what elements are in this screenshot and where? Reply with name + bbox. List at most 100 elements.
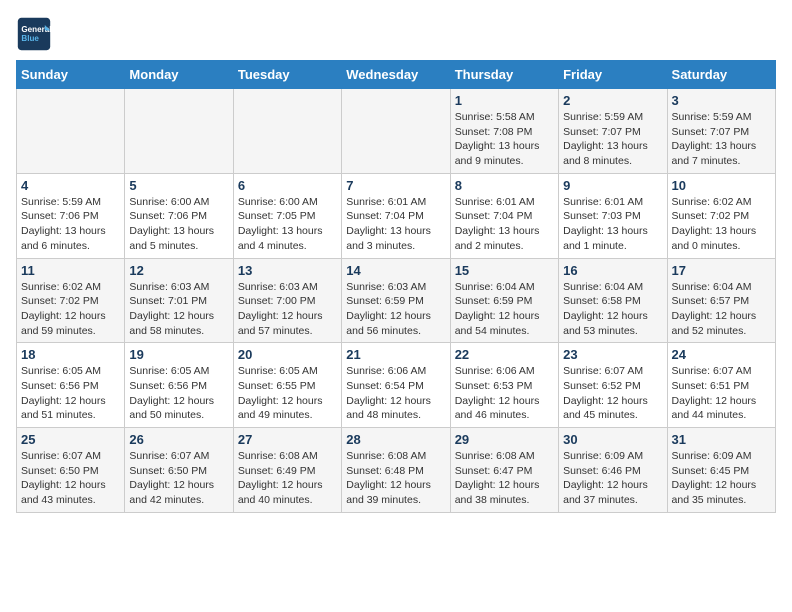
calendar-cell: 4 Sunrise: 5:59 AM Sunset: 7:06 PM Daylig… <box>17 173 125 258</box>
calendar-cell: 26 Sunrise: 6:07 AM Sunset: 6:50 PM Dayli… <box>125 428 233 513</box>
day-number: 8 <box>455 178 554 193</box>
day-number: 5 <box>129 178 228 193</box>
day-header-sunday: Sunday <box>17 61 125 89</box>
day-header-monday: Monday <box>125 61 233 89</box>
day-detail: Sunrise: 6:03 AM Sunset: 7:00 PM Dayligh… <box>238 280 337 339</box>
calendar-cell: 16 Sunrise: 6:04 AM Sunset: 6:58 PM Dayli… <box>559 258 667 343</box>
calendar-cell: 22 Sunrise: 6:06 AM Sunset: 6:53 PM Dayli… <box>450 343 558 428</box>
day-detail: Sunrise: 6:04 AM Sunset: 6:57 PM Dayligh… <box>672 280 771 339</box>
day-detail: Sunrise: 6:08 AM Sunset: 6:47 PM Dayligh… <box>455 449 554 508</box>
calendar-cell: 20Sunrise: 6:05 AM Sunset: 6:55 PM Dayli… <box>233 343 341 428</box>
day-number: 28 <box>346 432 445 447</box>
calendar-cell: 18 Sunrise: 6:05 AM Sunset: 6:56 PM Dayli… <box>17 343 125 428</box>
day-detail: Sunrise: 6:03 AM Sunset: 7:01 PM Dayligh… <box>129 280 228 339</box>
calendar-cell: 29Sunrise: 6:08 AM Sunset: 6:47 PM Dayli… <box>450 428 558 513</box>
day-detail: Sunrise: 6:00 AM Sunset: 7:05 PM Dayligh… <box>238 195 337 254</box>
week-row-2: 4 Sunrise: 5:59 AM Sunset: 7:06 PM Daylig… <box>17 173 776 258</box>
day-detail: Sunrise: 6:08 AM Sunset: 6:49 PM Dayligh… <box>238 449 337 508</box>
week-row-3: 11 Sunrise: 6:02 AM Sunset: 7:02 PM Dayli… <box>17 258 776 343</box>
calendar-cell <box>125 89 233 174</box>
day-number: 22 <box>455 347 554 362</box>
week-row-1: 1 Sunrise: 5:58 AM Sunset: 7:08 PM Daylig… <box>17 89 776 174</box>
day-detail: Sunrise: 6:04 AM Sunset: 6:59 PM Dayligh… <box>455 280 554 339</box>
day-number: 1 <box>455 93 554 108</box>
calendar-cell: 9 Sunrise: 6:01 AM Sunset: 7:03 PM Daylig… <box>559 173 667 258</box>
day-number: 11 <box>21 263 120 278</box>
day-header-tuesday: Tuesday <box>233 61 341 89</box>
day-detail: Sunrise: 5:58 AM Sunset: 7:08 PM Dayligh… <box>455 110 554 169</box>
calendar-cell: 27Sunrise: 6:08 AM Sunset: 6:49 PM Dayli… <box>233 428 341 513</box>
calendar-cell: 10 Sunrise: 6:02 AM Sunset: 7:02 PM Dayli… <box>667 173 775 258</box>
day-header-thursday: Thursday <box>450 61 558 89</box>
day-number: 3 <box>672 93 771 108</box>
calendar-cell: 14Sunrise: 6:03 AM Sunset: 6:59 PM Dayli… <box>342 258 450 343</box>
day-number: 25 <box>21 432 120 447</box>
day-header-friday: Friday <box>559 61 667 89</box>
day-detail: Sunrise: 6:01 AM Sunset: 7:04 PM Dayligh… <box>346 195 445 254</box>
day-detail: Sunrise: 6:06 AM Sunset: 6:53 PM Dayligh… <box>455 364 554 423</box>
calendar-cell: 3 Sunrise: 5:59 AM Sunset: 7:07 PM Daylig… <box>667 89 775 174</box>
day-number: 6 <box>238 178 337 193</box>
calendar-cell: 12 Sunrise: 6:03 AM Sunset: 7:01 PM Dayli… <box>125 258 233 343</box>
calendar-cell: 30 Sunrise: 6:09 AM Sunset: 6:46 PM Dayli… <box>559 428 667 513</box>
calendar-cell: 25Sunrise: 6:07 AM Sunset: 6:50 PM Dayli… <box>17 428 125 513</box>
day-number: 14 <box>346 263 445 278</box>
day-number: 9 <box>563 178 662 193</box>
day-detail: Sunrise: 5:59 AM Sunset: 7:07 PM Dayligh… <box>563 110 662 169</box>
day-detail: Sunrise: 6:04 AM Sunset: 6:58 PM Dayligh… <box>563 280 662 339</box>
day-number: 10 <box>672 178 771 193</box>
logo-icon: General Blue <box>16 16 52 52</box>
calendar-cell: 7Sunrise: 6:01 AM Sunset: 7:04 PM Daylig… <box>342 173 450 258</box>
day-detail: Sunrise: 6:09 AM Sunset: 6:46 PM Dayligh… <box>563 449 662 508</box>
days-header-row: SundayMondayTuesdayWednesdayThursdayFrid… <box>17 61 776 89</box>
logo: General Blue <box>16 16 52 52</box>
day-detail: Sunrise: 6:05 AM Sunset: 6:56 PM Dayligh… <box>21 364 120 423</box>
calendar-cell <box>17 89 125 174</box>
day-number: 30 <box>563 432 662 447</box>
calendar-cell: 21Sunrise: 6:06 AM Sunset: 6:54 PM Dayli… <box>342 343 450 428</box>
calendar-cell: 1 Sunrise: 5:58 AM Sunset: 7:08 PM Daylig… <box>450 89 558 174</box>
calendar-cell: 17 Sunrise: 6:04 AM Sunset: 6:57 PM Dayli… <box>667 258 775 343</box>
day-number: 24 <box>672 347 771 362</box>
day-header-wednesday: Wednesday <box>342 61 450 89</box>
calendar-cell: 19Sunrise: 6:05 AM Sunset: 6:56 PM Dayli… <box>125 343 233 428</box>
day-detail: Sunrise: 6:07 AM Sunset: 6:50 PM Dayligh… <box>129 449 228 508</box>
day-number: 16 <box>563 263 662 278</box>
day-detail: Sunrise: 6:06 AM Sunset: 6:54 PM Dayligh… <box>346 364 445 423</box>
day-detail: Sunrise: 6:01 AM Sunset: 7:03 PM Dayligh… <box>563 195 662 254</box>
week-row-5: 25 Sunrise: 6:07 AM Sunset: 6:50 PM Dayli… <box>17 428 776 513</box>
calendar-cell: 15 Sunrise: 6:04 AM Sunset: 6:59 PM Dayli… <box>450 258 558 343</box>
day-header-saturday: Saturday <box>667 61 775 89</box>
day-number: 15 <box>455 263 554 278</box>
calendar-cell: 11 Sunrise: 6:02 AM Sunset: 7:02 PM Dayli… <box>17 258 125 343</box>
day-detail: Sunrise: 5:59 AM Sunset: 7:06 PM Dayligh… <box>21 195 120 254</box>
calendar-cell: 31 Sunrise: 6:09 AM Sunset: 6:45 PM Dayli… <box>667 428 775 513</box>
day-detail: Sunrise: 6:07 AM Sunset: 6:52 PM Dayligh… <box>563 364 662 423</box>
page-header: General Blue <box>16 16 776 52</box>
calendar-cell: 8 Sunrise: 6:01 AM Sunset: 7:04 PM Daylig… <box>450 173 558 258</box>
calendar-cell <box>342 89 450 174</box>
calendar-cell: 24Sunrise: 6:07 AM Sunset: 6:51 PM Dayli… <box>667 343 775 428</box>
calendar-cell <box>233 89 341 174</box>
day-detail: Sunrise: 6:02 AM Sunset: 7:02 PM Dayligh… <box>21 280 120 339</box>
calendar-cell: 5Sunrise: 6:00 AM Sunset: 7:06 PM Daylig… <box>125 173 233 258</box>
day-number: 4 <box>21 178 120 193</box>
day-detail: Sunrise: 6:05 AM Sunset: 6:56 PM Dayligh… <box>129 364 228 423</box>
calendar-cell: 28 Sunrise: 6:08 AM Sunset: 6:48 PM Dayli… <box>342 428 450 513</box>
day-number: 31 <box>672 432 771 447</box>
day-number: 2 <box>563 93 662 108</box>
day-detail: Sunrise: 6:02 AM Sunset: 7:02 PM Dayligh… <box>672 195 771 254</box>
day-number: 26 <box>129 432 228 447</box>
day-detail: Sunrise: 6:09 AM Sunset: 6:45 PM Dayligh… <box>672 449 771 508</box>
day-number: 20 <box>238 347 337 362</box>
calendar-cell: 13Sunrise: 6:03 AM Sunset: 7:00 PM Dayli… <box>233 258 341 343</box>
calendar-cell: 23Sunrise: 6:07 AM Sunset: 6:52 PM Dayli… <box>559 343 667 428</box>
day-detail: Sunrise: 5:59 AM Sunset: 7:07 PM Dayligh… <box>672 110 771 169</box>
day-detail: Sunrise: 6:08 AM Sunset: 6:48 PM Dayligh… <box>346 449 445 508</box>
calendar-cell: 6 Sunrise: 6:00 AM Sunset: 7:05 PM Daylig… <box>233 173 341 258</box>
day-number: 12 <box>129 263 228 278</box>
svg-text:Blue: Blue <box>21 34 39 43</box>
day-number: 17 <box>672 263 771 278</box>
day-number: 18 <box>21 347 120 362</box>
day-detail: Sunrise: 6:01 AM Sunset: 7:04 PM Dayligh… <box>455 195 554 254</box>
